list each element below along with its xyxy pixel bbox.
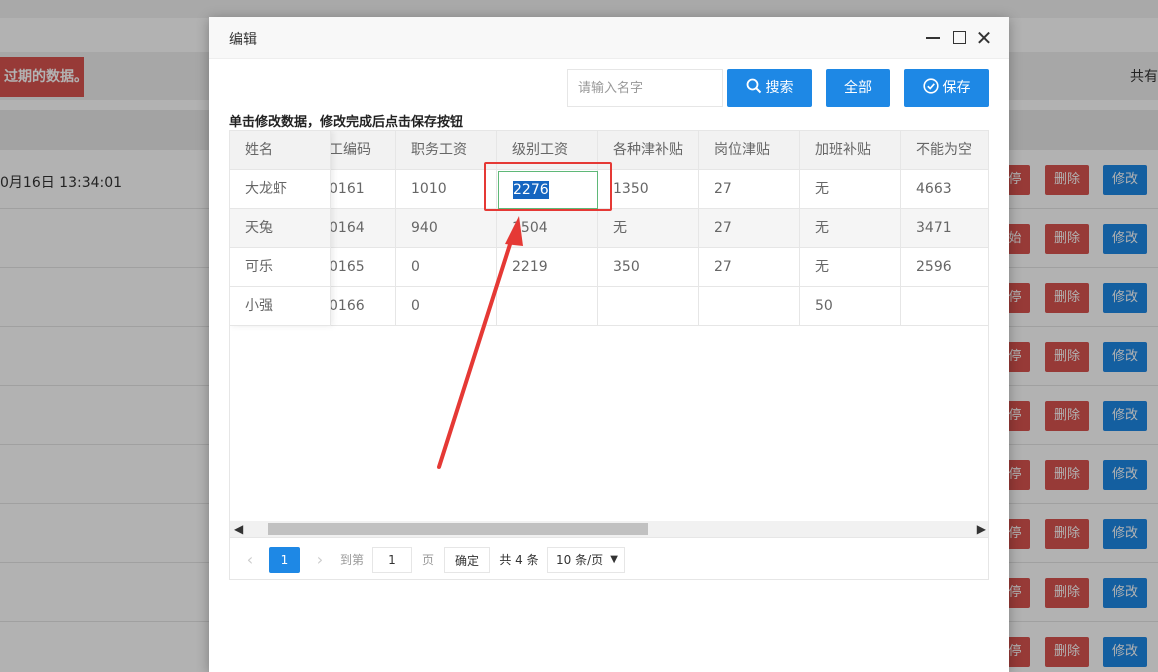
- maximize-icon[interactable]: [949, 27, 969, 49]
- table-cell[interactable]: 2596: [901, 248, 988, 287]
- table-cell[interactable]: [901, 287, 988, 326]
- annotation-highlight-box: [484, 162, 612, 211]
- name-cell[interactable]: 小强: [230, 287, 330, 326]
- name-cell[interactable]: 可乐: [230, 248, 330, 287]
- edit-dialog: 编辑 ✕ 搜索 全部 保存 单击修改数据，修改完成后点击保存按钮 工编码 职务工…: [209, 17, 1009, 672]
- table-cell[interactable]: 无: [800, 248, 901, 287]
- page-unit-label: 页: [421, 553, 434, 567]
- edit-hint-text: 单击修改数据，修改完成后点击保存按钮: [229, 115, 464, 130]
- dialog-header: 编辑 ✕: [209, 17, 1009, 59]
- scrollbar-thumb[interactable]: [268, 523, 648, 535]
- column-header[interactable]: 职务工资: [396, 131, 497, 170]
- name-cell[interactable]: 大龙虾: [230, 170, 330, 209]
- goto-label: 到第: [339, 553, 364, 567]
- goto-confirm-button[interactable]: 确定: [444, 547, 490, 573]
- pagination: ‹ 1 › 到第 页 确定 共 4 条 10 条/页 ▼: [230, 537, 988, 579]
- table-cell[interactable]: 50: [800, 287, 901, 326]
- dialog-title: 编辑: [229, 32, 257, 48]
- table-cell[interactable]: 27: [699, 170, 800, 209]
- scroll-left-icon[interactable]: ◀: [234, 521, 243, 537]
- table-row: 0166 0 50: [230, 287, 988, 326]
- table-cell[interactable]: 1350: [598, 170, 699, 209]
- name-search-input[interactable]: [567, 69, 723, 107]
- column-header[interactable]: 各种津补贴: [598, 131, 699, 170]
- column-header[interactable]: 不能为空: [901, 131, 988, 170]
- table-cell[interactable]: 无: [598, 209, 699, 248]
- check-circle-icon: [922, 78, 939, 94]
- page-size-select[interactable]: 10 条/页 ▼: [547, 547, 625, 573]
- table-cell[interactable]: 940: [396, 209, 497, 248]
- table-cell[interactable]: 27: [699, 248, 800, 287]
- table-cell[interactable]: 0: [396, 287, 497, 326]
- table-cell[interactable]: 1504: [497, 209, 598, 248]
- dialog-toolbar: 搜索 全部 保存: [209, 69, 1009, 109]
- table-row: 0164 940 1504 无 27 无 3471: [230, 209, 988, 248]
- table-cell[interactable]: 3471: [901, 209, 988, 248]
- horizontal-scrollbar[interactable]: ◀ ▶: [230, 521, 988, 537]
- minimize-icon[interactable]: [923, 27, 943, 49]
- search-icon: [746, 78, 761, 94]
- chevron-down-icon: ▼: [610, 554, 618, 565]
- goto-page-input[interactable]: [372, 547, 412, 573]
- show-all-button[interactable]: 全部: [826, 69, 890, 107]
- table-cell[interactable]: 无: [800, 209, 901, 248]
- next-page-icon[interactable]: ›: [312, 547, 328, 573]
- column-header-name[interactable]: 姓名: [230, 131, 330, 170]
- table-cell[interactable]: 0: [396, 248, 497, 287]
- table-cell[interactable]: [699, 287, 800, 326]
- fixed-name-column: 姓名 大龙虾 天兔 可乐 小强: [230, 131, 331, 326]
- table-cell[interactable]: 1010: [396, 170, 497, 209]
- save-button-label: 保存: [942, 80, 971, 96]
- search-button-label: 搜索: [765, 80, 794, 96]
- table-cell[interactable]: [497, 287, 598, 326]
- save-button[interactable]: 保存: [904, 69, 989, 107]
- table-cell[interactable]: 4663: [901, 170, 988, 209]
- table-cell[interactable]: [598, 287, 699, 326]
- column-header[interactable]: 加班补贴: [800, 131, 901, 170]
- table-cell[interactable]: 27: [699, 209, 800, 248]
- prev-page-icon[interactable]: ‹: [242, 547, 258, 573]
- table-cell[interactable]: 无: [800, 170, 901, 209]
- name-cell[interactable]: 天兔: [230, 209, 330, 248]
- close-icon[interactable]: ✕: [974, 27, 994, 49]
- current-page-button[interactable]: 1: [269, 547, 300, 573]
- column-header[interactable]: 岗位津贴: [699, 131, 800, 170]
- table-cell[interactable]: 350: [598, 248, 699, 287]
- total-records-label: 共 4 条: [499, 553, 539, 567]
- search-button[interactable]: 搜索: [727, 69, 812, 107]
- page-size-value: 10 条/页: [556, 553, 604, 567]
- scroll-right-icon[interactable]: ▶: [977, 521, 986, 537]
- table-cell[interactable]: 2219: [497, 248, 598, 287]
- table-row: 0165 0 2219 350 27 无 2596: [230, 248, 988, 287]
